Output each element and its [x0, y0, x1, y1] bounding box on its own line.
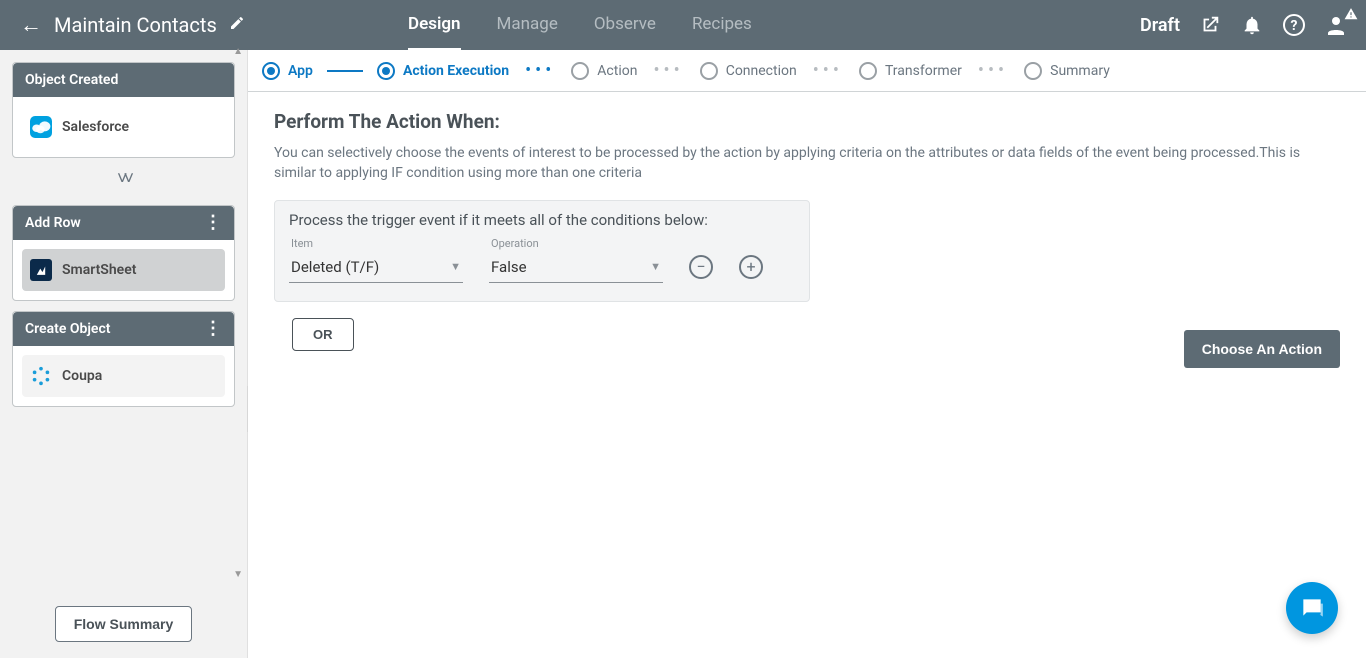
bell-icon[interactable]: [1240, 13, 1264, 37]
edit-icon[interactable]: [229, 15, 245, 35]
block-object-created: Object Created Salesforce: [12, 62, 235, 158]
topbar-left: ← Maintain Contacts: [0, 12, 248, 38]
section-description: You can selectively choose the events of…: [274, 143, 1304, 184]
app-row-coupa[interactable]: Coupa: [22, 355, 225, 397]
field-operation: Operation False ▼: [489, 237, 663, 283]
user-avatar[interactable]: [1324, 13, 1348, 37]
chevron-down-icon: ▼: [650, 260, 661, 273]
step-app[interactable]: App: [262, 62, 313, 80]
radio-empty-icon: [571, 62, 589, 80]
radio-empty-icon: [1024, 62, 1042, 80]
condition-row: Item Deleted (T/F) ▼ Operation False ▼: [289, 237, 795, 283]
chevron-down-icon: ▼: [450, 260, 461, 273]
app-row-smartsheet[interactable]: SmartSheet: [22, 249, 225, 291]
block-title: Object Created: [25, 72, 118, 88]
scroll-up-icon[interactable]: ▲: [233, 46, 243, 57]
remove-condition-button[interactable]: −: [689, 255, 713, 279]
step-label: App: [288, 63, 313, 79]
content: Perform The Action When: You can selecti…: [248, 92, 1366, 369]
help-icon[interactable]: ?: [1282, 13, 1306, 37]
block-add-row: Add Row ⋮ SmartSheet: [12, 205, 235, 301]
tab-observe[interactable]: Observe: [594, 0, 656, 51]
sidebar-scroll: Object Created Salesforce ˅˅ Add Row ⋮: [12, 62, 235, 596]
connector-dots: •••: [525, 60, 555, 81]
field-label: Operation: [489, 237, 663, 250]
steps-bar: App Action Execution ••• Action ••• Conn…: [248, 50, 1366, 92]
radio-empty-icon: [859, 62, 877, 80]
app-name: Salesforce: [62, 119, 129, 135]
radio-filled-icon: [262, 62, 280, 80]
field-item: Item Deleted (T/F) ▼: [289, 237, 463, 283]
svg-text:?: ?: [1291, 18, 1298, 34]
connector-dots: •••: [813, 60, 843, 81]
section-title: Perform The Action When:: [274, 110, 1340, 133]
field-label: Item: [289, 237, 463, 250]
connector-line: [327, 70, 363, 72]
coupa-icon: [30, 365, 52, 387]
topbar-right: Draft ?: [1140, 13, 1366, 37]
choose-action-button[interactable]: Choose An Action: [1184, 330, 1340, 368]
connector-dots: •••: [978, 60, 1008, 81]
condition-title: Process the trigger event if it meets al…: [289, 211, 795, 229]
step-action-execution[interactable]: Action Execution: [377, 62, 509, 80]
add-condition-button[interactable]: +: [739, 255, 763, 279]
sidebar: ▲ Object Created Salesforce ˅˅: [0, 50, 248, 658]
block-body: SmartSheet: [13, 240, 234, 300]
block-title: Create Object: [25, 321, 110, 337]
tab-recipes[interactable]: Recipes: [692, 0, 752, 51]
back-arrow-icon[interactable]: ←: [20, 12, 42, 38]
radio-filled-icon: [377, 62, 395, 80]
topbar: ← Maintain Contacts Design Manage Observ…: [0, 0, 1366, 50]
step-label: Action Execution: [403, 63, 509, 79]
status-label: Draft: [1140, 15, 1180, 36]
block-header: Create Object ⋮: [13, 312, 234, 346]
item-select[interactable]: Deleted (T/F) ▼: [289, 252, 463, 283]
radio-empty-icon: [700, 62, 718, 80]
container: ▲ Object Created Salesforce ˅˅: [0, 50, 1366, 658]
alert-triangle-icon: [1344, 7, 1358, 25]
step-label: Summary: [1050, 63, 1110, 79]
app-row-salesforce[interactable]: Salesforce: [22, 106, 225, 148]
step-label: Connection: [726, 63, 797, 79]
app-name: Coupa: [62, 368, 102, 384]
tab-design[interactable]: Design: [408, 0, 461, 51]
operation-value: False: [491, 258, 527, 276]
block-header: Object Created: [13, 63, 234, 97]
tab-manage[interactable]: Manage: [497, 0, 558, 51]
step-connection[interactable]: Connection: [700, 62, 797, 80]
scroll-down-icon[interactable]: ▼: [233, 569, 243, 580]
flow-summary-wrap: Flow Summary: [12, 596, 235, 658]
operation-select[interactable]: False ▼: [489, 252, 663, 283]
connector-dots: •••: [653, 60, 683, 81]
or-button[interactable]: OR: [292, 318, 354, 351]
flow-summary-button[interactable]: Flow Summary: [55, 606, 193, 642]
block-title: Add Row: [25, 215, 81, 231]
salesforce-icon: [30, 116, 52, 138]
block-body: Coupa: [13, 346, 234, 406]
stack-chevron-icon[interactable]: ˅˅: [12, 168, 235, 189]
block-create-object: Create Object ⋮ Coupa: [12, 311, 235, 407]
topbar-tabs: Design Manage Observe Recipes: [408, 0, 752, 51]
external-link-icon[interactable]: [1198, 13, 1222, 37]
smartsheet-icon: [30, 259, 52, 281]
app-name: SmartSheet: [62, 262, 136, 278]
step-transformer[interactable]: Transformer: [859, 62, 962, 80]
block-menu-icon[interactable]: ⋮: [204, 217, 222, 229]
step-label: Transformer: [885, 63, 962, 79]
block-menu-icon[interactable]: ⋮: [204, 323, 222, 335]
step-action[interactable]: Action: [571, 62, 637, 80]
step-summary[interactable]: Summary: [1024, 62, 1110, 80]
block-body: Salesforce: [13, 97, 234, 157]
chat-widget[interactable]: [1286, 582, 1338, 634]
block-header: Add Row ⋮: [13, 206, 234, 240]
step-label: Action: [597, 63, 637, 79]
condition-card: Process the trigger event if it meets al…: [274, 200, 810, 302]
main-panel: App Action Execution ••• Action ••• Conn…: [248, 50, 1366, 658]
item-value: Deleted (T/F): [291, 258, 379, 276]
page-title: Maintain Contacts: [54, 13, 217, 37]
